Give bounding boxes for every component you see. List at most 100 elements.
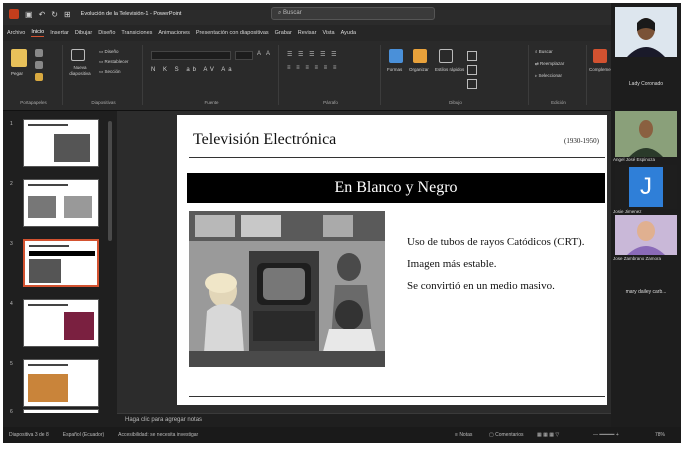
tab-insertar[interactable]: Insertar <box>50 30 69 36</box>
tab-transiciones[interactable]: Transiciones <box>121 30 152 36</box>
grow-font-icon[interactable]: A A <box>257 51 272 57</box>
slide-bullets[interactable]: Uso de tubos de rayos Catódicos (CRT). I… <box>407 235 597 301</box>
shape-fill-icon[interactable] <box>467 51 477 61</box>
quick-styles-icon[interactable] <box>439 49 453 63</box>
tab-diseno[interactable]: Diseño <box>98 30 115 36</box>
thumb-number: 3 <box>10 241 13 247</box>
shape-outline-icon[interactable] <box>467 65 477 75</box>
layout-button[interactable]: ▭ Diseño <box>99 49 119 55</box>
shapes-button[interactable]: Formas <box>387 67 402 72</box>
slide-thumbnail-3[interactable] <box>23 239 99 287</box>
participant-tile[interactable]: J <box>615 165 677 209</box>
save-icon[interactable]: ▣ <box>25 10 33 19</box>
notes-pane[interactable]: Haga clic para agregar notas <box>117 413 611 427</box>
redo-icon[interactable]: ↻ <box>51 10 58 19</box>
tab-ayuda[interactable]: Ayuda <box>341 30 357 36</box>
copy-icon[interactable] <box>35 61 43 69</box>
tab-dibujar[interactable]: Dibujar <box>75 30 92 36</box>
thumb-image <box>54 134 90 162</box>
present-icon[interactable]: ⊞ <box>64 10 71 19</box>
slide-years[interactable]: (1930-1950) <box>564 137 599 145</box>
status-bar: Diapositiva 3 de 8 Español (Ecuador) Acc… <box>3 427 681 443</box>
participant-tile[interactable] <box>615 7 677 57</box>
thumbnails-scrollbar[interactable] <box>108 121 112 241</box>
ribbon-tabs: Archivo Inicio Insertar Dibujar Diseño T… <box>3 25 611 41</box>
arrange-icon[interactable] <box>413 49 427 63</box>
group-label-drawing: Dibujo <box>449 100 462 105</box>
participant-tile[interactable] <box>615 215 677 255</box>
zoom-level[interactable]: 78% <box>655 432 665 438</box>
cut-icon[interactable] <box>35 49 43 57</box>
title-rule <box>189 157 605 158</box>
align-buttons-icon[interactable]: ≡ ≡ ≡ ≡ ≡ ≡ <box>287 65 338 71</box>
tab-revisar[interactable]: Revisar <box>298 30 317 36</box>
tab-animaciones[interactable]: Animaciones <box>158 30 190 36</box>
section-label: Sección <box>104 69 121 74</box>
ribbon: Pegar Portapapeles Nueva diapositiva ▭ D… <box>3 41 619 111</box>
new-slide-icon[interactable] <box>71 49 85 61</box>
thumb-number: 2 <box>10 181 13 187</box>
font-size-select[interactable] <box>235 51 253 60</box>
format-buttons[interactable]: N K S ab AV Aa <box>151 67 235 73</box>
tab-vista[interactable]: Vista <box>322 30 334 36</box>
search-input[interactable]: ⌕ Buscar <box>271 7 435 20</box>
bullet-item: Uso de tubos de rayos Catódicos (CRT). <box>407 236 585 248</box>
tab-inicio[interactable]: Inicio <box>31 29 45 37</box>
quick-styles-button[interactable]: Estilos rápidos <box>435 67 464 72</box>
thumb-image <box>64 196 92 218</box>
subtitle-band[interactable]: En Blanco y Negro <box>187 173 605 203</box>
arrange-button[interactable]: Organizar <box>409 67 429 72</box>
find-button[interactable]: ⌕ Buscar <box>535 49 553 54</box>
new-slide-button[interactable]: Nueva diapositiva <box>67 65 93 77</box>
tab-presentacion[interactable]: Presentación con diapositivas <box>196 30 269 36</box>
thumb-number: 5 <box>10 361 13 367</box>
paragraph-group: ☰ ☰ ☰ ☰ ☰ ≡ ≡ ≡ ≡ ≡ ≡ Párrafo <box>281 45 381 105</box>
section-button[interactable]: ▭ Sección <box>99 69 121 75</box>
replace-button[interactable]: ⇄ Reemplazar <box>535 61 564 67</box>
comments-label: Comentarios <box>495 432 524 438</box>
participant-video <box>615 111 677 157</box>
view-buttons-icon[interactable]: ▦ ▦ ▦ ▽ <box>537 432 559 438</box>
participant-name: Josie Jimenez <box>613 209 642 214</box>
slide-thumbnail-5[interactable] <box>23 359 99 407</box>
slide-title[interactable]: Televisión Electrónica <box>193 131 336 149</box>
format-painter-icon[interactable] <box>35 73 43 81</box>
participant-name: Jose Zambrano Zamora <box>613 256 662 261</box>
shape-effects-icon[interactable] <box>467 79 477 89</box>
slide-thumbnails-panel: 1 2 3 4 5 6 <box>3 111 117 419</box>
current-slide[interactable]: Televisión Electrónica (1930-1950) En Bl… <box>177 115 607 405</box>
photo-image <box>189 211 385 367</box>
thumb-image <box>64 312 94 340</box>
shapes-icon[interactable] <box>389 49 403 63</box>
app-window: ▣ ↶ ↻ ⊞ Evolución de la Televisión-1 - P… <box>3 3 681 443</box>
slide-thumbnail-1[interactable] <box>23 119 99 167</box>
participant-name: Angel José Espinoza <box>613 157 656 162</box>
slide-thumbnail-2[interactable] <box>23 179 99 227</box>
paste-button[interactable]: Pegar <box>11 71 23 76</box>
tab-grabar[interactable]: Grabar <box>275 30 292 36</box>
font-name-select[interactable] <box>151 51 231 60</box>
undo-icon[interactable]: ↶ <box>39 10 46 19</box>
language-indicator[interactable]: Español (Ecuador) <box>63 432 104 438</box>
list-buttons-icon[interactable]: ☰ ☰ ☰ ☰ ☰ <box>287 51 339 58</box>
select-button[interactable]: ▹ Seleccionar <box>535 73 562 79</box>
group-label-editing: Edición <box>551 100 566 105</box>
addins-icon[interactable] <box>593 49 607 63</box>
accessibility-status[interactable]: Accesibilidad: se necesita investigar <box>118 432 198 438</box>
participant-tile[interactable] <box>615 111 677 157</box>
slide-thumbnail-4[interactable] <box>23 299 99 347</box>
tv-family-photo[interactable] <box>189 211 385 367</box>
paste-icon[interactable] <box>11 49 27 67</box>
comments-button[interactable]: ▢ Comentarios <box>489 432 523 438</box>
tab-archivo[interactable]: Archivo <box>7 30 25 36</box>
document-title: Evolución de la Televisión-1 - PowerPoin… <box>80 11 182 17</box>
group-label-paragraph: Párrafo <box>323 100 338 105</box>
reset-button[interactable]: ▭ Restablecer <box>99 59 129 65</box>
zoom-slider[interactable]: — ━━━━━ + <box>593 432 619 438</box>
notes-button[interactable]: ≡ Notas <box>455 432 472 438</box>
select-label: Seleccionar <box>538 73 563 78</box>
font-group: A A N K S ab AV Aa Fuente <box>145 45 279 105</box>
slide-counter: Diapositiva 3 de 8 <box>9 432 49 438</box>
thumb-image <box>28 374 68 402</box>
notes-left-spacer <box>3 413 117 427</box>
